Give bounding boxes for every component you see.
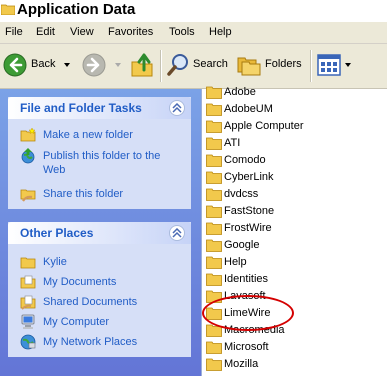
folder-icon: [206, 154, 222, 167]
folders-label: Folders: [265, 58, 302, 70]
folder-icon: [206, 239, 222, 252]
folder-icon: [206, 341, 222, 354]
folder-icon: [1, 4, 15, 15]
window-title: Application Data: [17, 1, 136, 18]
shared-documents-icon: [20, 295, 36, 310]
search-icon: [167, 54, 188, 76]
folder-icon: [206, 222, 222, 235]
folder-icon: [206, 256, 222, 269]
search-button[interactable]: Search: [166, 53, 230, 79]
menu-favorites[interactable]: Favorites: [108, 26, 153, 38]
collapse-chevron-icon[interactable]: [169, 225, 185, 241]
other-places-panel: Other Places Kylie My Documents Shared D…: [8, 222, 191, 357]
title-bar: Application Data: [0, 0, 387, 22]
back-button[interactable]: Back: [3, 53, 75, 79]
forward-arrow-icon: [82, 53, 106, 77]
folders-button[interactable]: Folders: [237, 53, 303, 79]
menu-bar: File Edit View Favorites Tools Help: [0, 22, 387, 44]
my-documents-icon: [20, 275, 36, 289]
menu-edit[interactable]: Edit: [36, 26, 55, 38]
toolbar: Back Search Folders: [0, 44, 387, 89]
folder-icon: [206, 188, 222, 201]
folder-icon: [206, 171, 222, 184]
folder-list: Adobe AdobeUM Apple Computer ATI Comodo …: [201, 86, 387, 376]
views-icon: [317, 54, 341, 76]
network-places-icon: [20, 334, 36, 350]
folder-icon: [206, 103, 222, 116]
collapse-chevron-icon[interactable]: [169, 100, 185, 116]
publish-web-icon: [21, 148, 35, 164]
file-folder-tasks-panel: File and Folder Tasks Make a new folder …: [8, 97, 191, 209]
up-folder-icon: [131, 53, 153, 77]
back-arrow-icon: [3, 53, 27, 77]
folder-icon: [206, 137, 222, 150]
task-pane: File and Folder Tasks Make a new folder …: [0, 89, 201, 376]
search-label: Search: [193, 58, 228, 70]
share-folder-icon: [20, 189, 36, 202]
folder-icon: [206, 120, 222, 133]
folder-icon: [206, 205, 222, 218]
dropdown-arrow-icon[interactable]: [64, 63, 70, 67]
dropdown-arrow-icon[interactable]: [345, 63, 351, 67]
folder-icon: [206, 86, 222, 99]
dropdown-arrow-icon[interactable]: [115, 63, 121, 67]
views-button[interactable]: [317, 53, 353, 79]
panel-title: Other Places: [20, 226, 94, 240]
folders-icon: [237, 57, 261, 76]
panel-title: File and Folder Tasks: [20, 101, 142, 115]
folder-icon: [206, 358, 222, 371]
new-folder-icon: [20, 127, 36, 142]
menu-tools[interactable]: Tools: [169, 26, 195, 38]
my-computer-icon: [21, 314, 35, 329]
highlight-annotation: [202, 295, 294, 331]
folder-icon: [206, 273, 222, 286]
folder-icon: [20, 257, 36, 269]
menu-help[interactable]: Help: [209, 26, 232, 38]
panel-header[interactable]: File and Folder Tasks: [8, 97, 191, 119]
up-folder-button[interactable]: [130, 52, 156, 80]
panel-header[interactable]: Other Places: [8, 222, 191, 244]
menu-view[interactable]: View: [70, 26, 94, 38]
forward-button[interactable]: [82, 53, 124, 79]
back-label: Back: [31, 58, 56, 70]
menu-file[interactable]: File: [5, 26, 23, 38]
